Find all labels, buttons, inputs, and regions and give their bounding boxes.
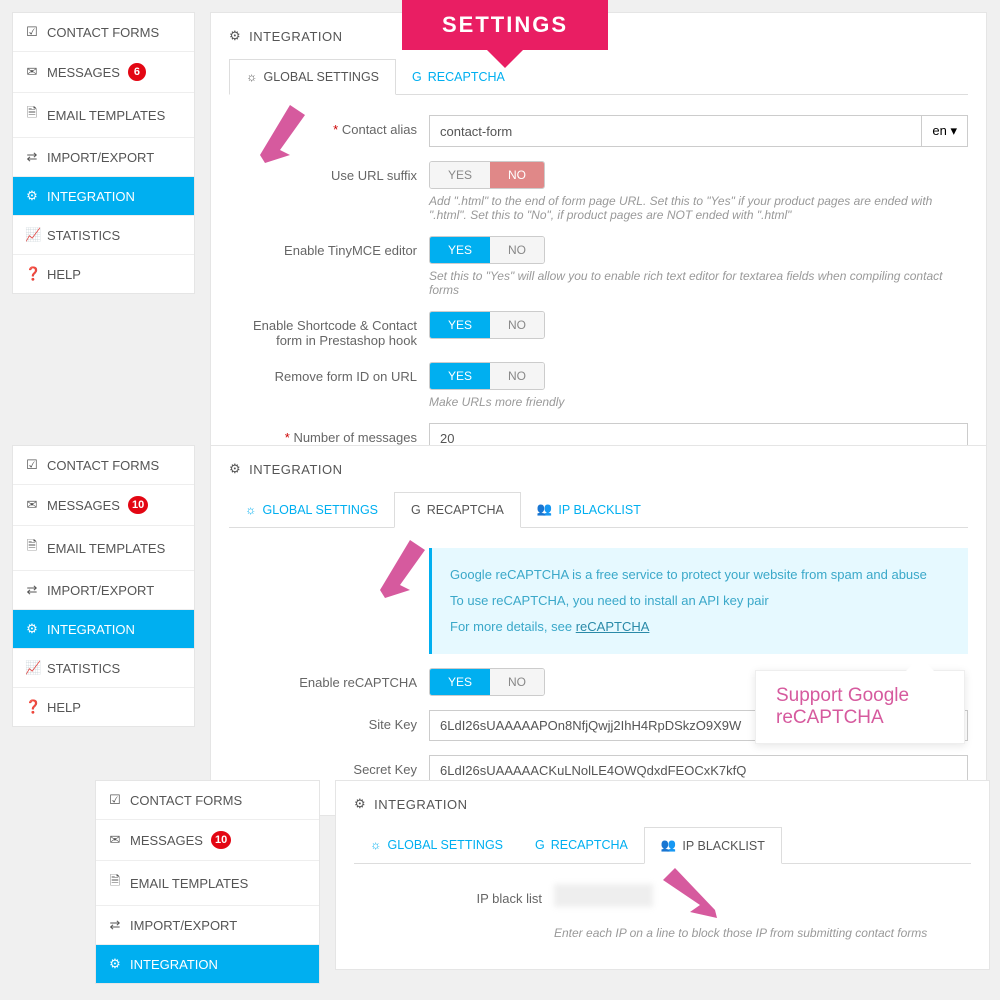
shortcode-toggle[interactable]: YESNO: [429, 311, 545, 339]
contact-alias-input[interactable]: [429, 115, 922, 147]
sidebar-item-email-templates[interactable]: 🗎EMAIL TEMPLATES: [13, 526, 194, 571]
sidebar-item-integration[interactable]: ⚙INTEGRATION: [13, 177, 194, 216]
form-label: Enable reCAPTCHA: [229, 668, 429, 690]
sidebar-item-statistics[interactable]: 📈STATISTICS: [13, 216, 194, 255]
content-header: ⚙ INTEGRATION: [354, 796, 971, 812]
form-label: Enable TinyMCE editor: [229, 236, 429, 258]
enable-recaptcha-toggle[interactable]: YESNO: [429, 668, 545, 696]
sidebar-item-messages[interactable]: ✉MESSAGES 10: [13, 485, 194, 526]
google-icon: G: [412, 70, 422, 84]
sidebar-item-help[interactable]: ❓HELP: [13, 255, 194, 293]
recaptcha-link[interactable]: reCAPTCHA: [576, 619, 650, 634]
tab-recaptcha[interactable]: GRECAPTCHA: [394, 492, 521, 528]
remove-id-toggle[interactable]: YESNO: [429, 362, 545, 390]
sidebar-item-email-templates[interactable]: 🗎EMAIL TEMPLATES: [96, 861, 319, 906]
gear-icon: ☼: [246, 70, 257, 84]
users-icon: 👥: [537, 502, 553, 517]
form-label: IP black list: [354, 884, 554, 906]
arrow-icon: [370, 530, 430, 600]
sidebar: ☑CONTACT FORMS ✉MESSAGES 6 🗎EMAIL TEMPLA…: [12, 12, 195, 294]
recaptcha-info: Google reCAPTCHA is a free service to pr…: [429, 548, 968, 654]
tinymce-toggle[interactable]: YESNO: [429, 236, 545, 264]
content-header: ⚙ INTEGRATION: [229, 461, 968, 477]
messages-badge: 10: [128, 496, 148, 514]
gear-icon: ☼: [245, 503, 256, 517]
content-panel: ⚙ INTEGRATION ☼GLOBAL SETTINGS GRECAPTCH…: [210, 12, 987, 505]
callout-support-recaptcha: Support GooglereCAPTCHA: [755, 670, 965, 744]
content-panel: ⚙ INTEGRATION ☼GLOBAL SETTINGS GRECAPTCH…: [210, 445, 987, 816]
tab-global-settings[interactable]: ☼GLOBAL SETTINGS: [229, 492, 394, 527]
settings-banner: SETTINGS: [402, 0, 608, 50]
google-icon: G: [535, 838, 545, 852]
form-label: Enable Shortcode & Contact form in Prest…: [229, 311, 429, 348]
sidebar-item-import-export[interactable]: ⇄IMPORT/EXPORT: [96, 906, 319, 945]
cogs-icon: ⚙: [229, 28, 241, 44]
sidebar-item-help[interactable]: ❓HELP: [13, 688, 194, 726]
sidebar: ☑CONTACT FORMS ✉MESSAGES 10 🗎EMAIL TEMPL…: [12, 445, 195, 727]
form-label: Remove form ID on URL: [229, 362, 429, 384]
ip-blacklist-value: hidden: [554, 884, 653, 907]
sidebar-item-messages[interactable]: ✉MESSAGES 10: [96, 820, 319, 861]
help-text: Enter each IP on a line to block those I…: [554, 926, 971, 940]
help-text: Add ".html" to the end of form page URL.…: [429, 194, 968, 222]
form-label: Contact alias: [342, 122, 417, 137]
url-suffix-toggle[interactable]: YESNO: [429, 161, 545, 189]
tab-global-settings[interactable]: ☼GLOBAL SETTINGS: [354, 827, 519, 863]
sidebar-item-contact-forms[interactable]: ☑CONTACT FORMS: [13, 13, 194, 52]
arrow-icon: [655, 860, 725, 920]
help-text: Set this to "Yes" will allow you to enab…: [429, 269, 968, 297]
sidebar-item-integration[interactable]: ⚙INTEGRATION: [13, 610, 194, 649]
sidebar-item-email-templates[interactable]: 🗎EMAIL TEMPLATES: [13, 93, 194, 138]
checklist-icon: ☑: [25, 24, 39, 40]
file-icon: 🗎: [25, 104, 39, 126]
form-label: Site Key: [229, 710, 429, 732]
transfer-icon: ⇄: [25, 149, 39, 165]
tab-ip-blacklist[interactable]: 👥IP BLACKLIST: [521, 492, 657, 527]
arrow-icon: [250, 95, 310, 165]
sidebar-item-import-export[interactable]: ⇄IMPORT/EXPORT: [13, 571, 194, 610]
users-icon: 👥: [661, 838, 677, 853]
tab-recaptcha[interactable]: GRECAPTCHA: [519, 827, 644, 863]
help-text: Make URLs more friendly: [429, 395, 968, 409]
gear-icon: ☼: [370, 838, 381, 852]
sidebar-item-contact-forms[interactable]: ☑CONTACT FORMS: [13, 446, 194, 485]
sidebar-item-integration[interactable]: ⚙INTEGRATION: [96, 945, 319, 983]
messages-badge: 10: [211, 831, 231, 849]
tabs: ☼GLOBAL SETTINGS GRECAPTCHA: [229, 59, 968, 95]
sidebar-item-import-export[interactable]: ⇄IMPORT/EXPORT: [13, 138, 194, 177]
tab-global-settings[interactable]: ☼GLOBAL SETTINGS: [229, 59, 396, 95]
form-label: Secret Key: [229, 755, 429, 777]
help-icon: ❓: [25, 266, 39, 282]
language-selector[interactable]: en ▾: [922, 115, 968, 147]
sidebar-item-contact-forms[interactable]: ☑CONTACT FORMS: [96, 781, 319, 820]
sidebar: ☑CONTACT FORMS ✉MESSAGES 10 🗎EMAIL TEMPL…: [95, 780, 320, 984]
cogs-icon: ⚙: [25, 188, 39, 204]
google-icon: G: [411, 503, 421, 517]
messages-badge: 6: [128, 63, 146, 81]
chart-icon: 📈: [25, 227, 39, 243]
sidebar-item-messages[interactable]: ✉MESSAGES 6: [13, 52, 194, 93]
sidebar-item-statistics[interactable]: 📈STATISTICS: [13, 649, 194, 688]
tab-ip-blacklist[interactable]: 👥IP BLACKLIST: [644, 827, 782, 864]
comment-icon: ✉: [25, 64, 39, 80]
